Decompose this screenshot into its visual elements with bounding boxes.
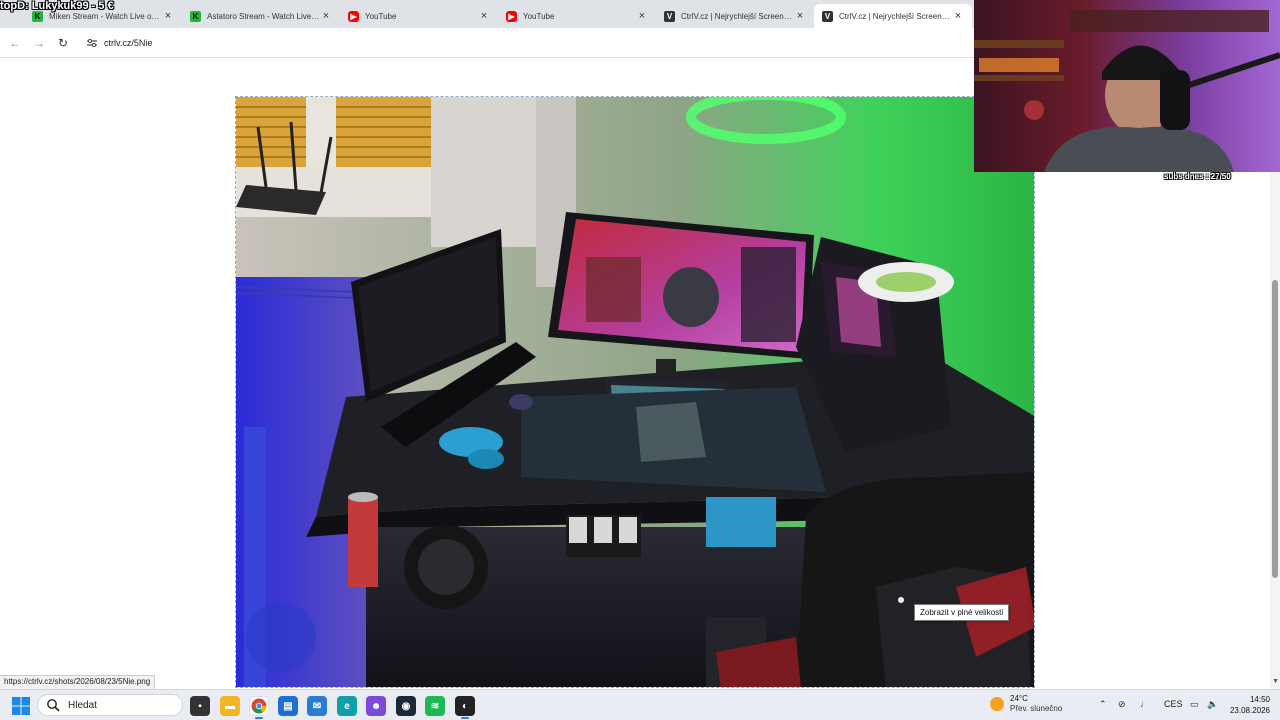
clock-time: 14:50	[1249, 695, 1270, 704]
kick-icon: K	[32, 10, 43, 22]
close-icon[interactable]: ×	[162, 10, 174, 22]
site-settings-icon[interactable]	[86, 37, 98, 49]
network-off-icon[interactable]: ⊘	[1118, 699, 1126, 710]
subs-counter: subs dnes : 27/50	[1164, 172, 1231, 181]
scroll-down-icon[interactable]: ▼	[1272, 678, 1279, 685]
active-indicator	[255, 717, 263, 719]
mouse-cursor	[897, 596, 905, 604]
scrollbar-thumb[interactable]	[1272, 280, 1278, 578]
chevron-up-icon[interactable]: ⌃	[1099, 699, 1107, 710]
weather-temp: 24°C	[1010, 694, 1028, 703]
chrome-logo	[251, 698, 267, 714]
close-icon[interactable]: ×	[952, 10, 964, 22]
webcam-overlay	[974, 0, 1280, 172]
tab-title: Astatoro Stream - Watch Live on Kick	[207, 11, 320, 21]
clock-date: 23.08.2026	[1229, 706, 1270, 715]
desk-photo-illustration	[236, 97, 1034, 687]
reload-icon[interactable]: ↻	[54, 34, 72, 52]
tab-astatoro-stream[interactable]: K Astatoro Stream - Watch Live on Kick ×	[182, 4, 340, 28]
store-icon[interactable]: ▤	[278, 696, 298, 716]
ctrlv-icon: V	[822, 10, 833, 22]
microphone-icon[interactable]: ♩	[1140, 699, 1149, 709]
status-url-bar: https://ctrlv.cz/shots/2026/08/23/5Nie.p…	[0, 675, 156, 689]
active-indicator	[461, 717, 469, 719]
file-explorer-icon[interactable]: ▬	[220, 696, 240, 716]
edge-icon[interactable]: e	[337, 696, 357, 716]
windows-start-icon[interactable]	[12, 697, 30, 715]
tab-youtube-2[interactable]: ▶ YouTube ×	[498, 4, 656, 28]
chrome-icon[interactable]	[249, 696, 269, 716]
tab-title: CtrlV.cz | Nejrychlejší ScreenShot	[681, 11, 794, 21]
youtube-icon: ▶	[348, 10, 359, 22]
volume-icon[interactable]: 🔈	[1207, 699, 1218, 710]
forward-icon[interactable]: →	[30, 34, 48, 52]
search-icon	[47, 699, 60, 712]
clock[interactable]: 14:50 23.08.2026	[1226, 694, 1270, 716]
donation-alert: topD: Lukykuk99 - 5 €	[0, 0, 114, 12]
youtube-icon: ▶	[506, 10, 517, 22]
weather-widget[interactable]: 24°C Přev. slunečno	[990, 694, 1062, 714]
address-bar[interactable]: ctrlv.cz/5Nie	[86, 34, 152, 52]
webcam-illustration	[974, 0, 1280, 172]
task-view-icon[interactable]: ▪	[190, 696, 210, 716]
language-indicator[interactable]: CES	[1164, 699, 1183, 709]
tab-title: CtrlV.cz | Nejrychlejší ScreenShot	[839, 11, 952, 21]
tab-youtube-1[interactable]: ▶ YouTube ×	[340, 4, 498, 28]
close-icon[interactable]: ×	[320, 10, 332, 22]
close-icon[interactable]: ×	[794, 10, 806, 22]
steam-icon[interactable]: ◉	[396, 696, 416, 716]
back-icon[interactable]: ←	[6, 34, 24, 52]
view-full-size-tooltip: Zobrazit v plné velikosti	[914, 604, 1010, 621]
screen: K Miken Stream - Watch Live on Kick × K …	[0, 0, 1280, 720]
tab-title: Miken Stream - Watch Live on Kick	[49, 11, 162, 21]
windows-taskbar: Hledat ▪ ▬ ▤ ✉ e ☻ ◉ ≋ ◐ 24°C Přev. slun…	[0, 689, 1280, 720]
tab-title: YouTube	[523, 11, 555, 21]
close-icon[interactable]: ×	[636, 10, 648, 22]
outlook-icon[interactable]: ✉	[307, 696, 327, 716]
discord-icon[interactable]: ☻	[366, 696, 386, 716]
weather-desc: Přev. slunečno	[1010, 704, 1063, 713]
spotify-icon[interactable]: ≋	[425, 696, 445, 716]
ctrlv-icon: V	[664, 10, 675, 22]
tab-ctrlv-2[interactable]: V CtrlV.cz | Nejrychlejší ScreenShot ×	[814, 4, 972, 28]
tab-title: YouTube	[365, 11, 397, 21]
taskbar-search[interactable]: Hledat	[37, 694, 183, 716]
screenshot-image[interactable]	[235, 96, 1035, 688]
search-placeholder: Hledat	[68, 699, 97, 711]
tab-ctrlv-1[interactable]: V CtrlV.cz | Nejrychlejší ScreenShot ×	[656, 4, 814, 28]
display-icon[interactable]: ▭	[1190, 699, 1199, 710]
sun-icon	[990, 697, 1004, 711]
kick-icon: K	[190, 10, 201, 22]
address-url: ctrlv.cz/5Nie	[104, 38, 153, 48]
obs-icon[interactable]: ◐	[455, 696, 475, 716]
close-icon[interactable]: ×	[478, 10, 490, 22]
